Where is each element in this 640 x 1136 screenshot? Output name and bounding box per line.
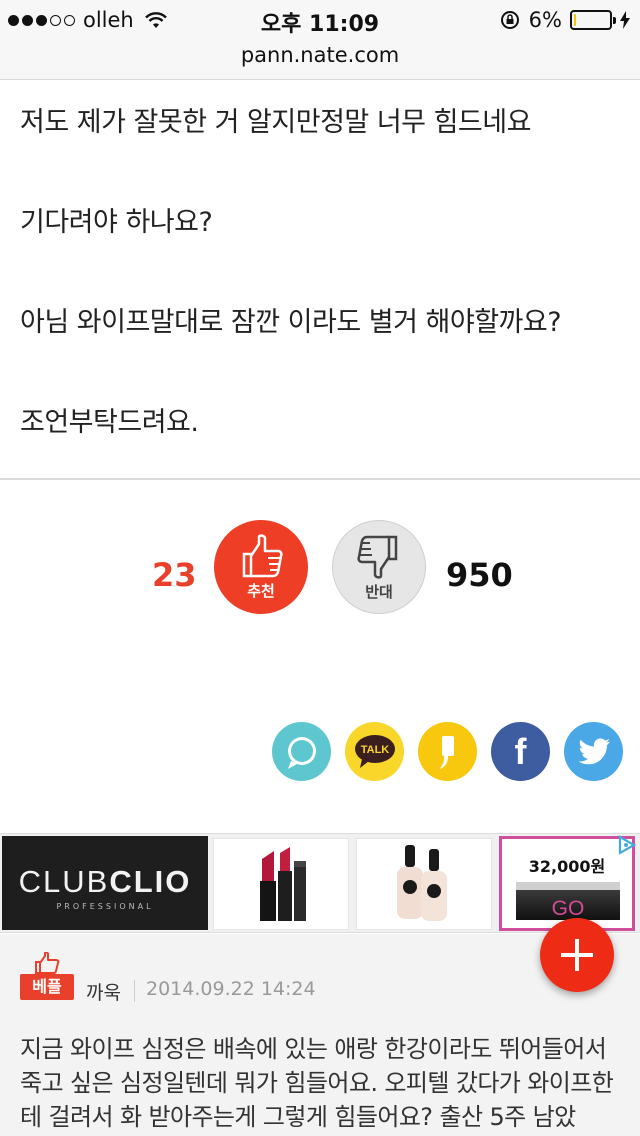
speech-bubble-icon	[287, 736, 316, 769]
ad-offer[interactable]: 32,000원 GO	[499, 836, 635, 931]
oppose-count: 950	[446, 556, 513, 594]
kakaostory-icon	[439, 735, 454, 769]
vote-section: 23 추천 반대 950	[0, 520, 640, 630]
article-paragraph: 기다려야 하나요?	[20, 207, 213, 238]
divider	[0, 478, 640, 480]
rotation-lock-icon	[500, 11, 519, 29]
thumbs-down-icon	[357, 535, 398, 579]
ad-brand-logo[interactable]: CLUBCLIO PROFESSIONAL	[2, 836, 208, 930]
ad-product-foundation[interactable]	[356, 838, 492, 930]
share-facebook-button[interactable]: f	[491, 722, 550, 781]
foundation-bottles-image	[397, 845, 447, 921]
url-text: pann.nate.com	[240, 43, 400, 67]
address-bar[interactable]: pann.nate.com	[0, 40, 640, 80]
share-kakaotalk-button[interactable]: TALK	[345, 722, 404, 781]
article-body: 저도 제가 잘못한 거 알지만정말 너무 힘드네요 기다려야 하나요? 아님 와…	[20, 98, 620, 498]
thumbs-up-icon	[242, 534, 283, 578]
share-kakaostory-button[interactable]	[418, 722, 477, 781]
kakaotalk-label: TALK	[360, 744, 389, 756]
article-paragraph: 저도 제가 잘못한 거 알지만정말 너무 힘드네요	[20, 107, 531, 138]
comment-body: 지금 와이프 심정은 배속에 있는 애랑 한강이라도 뛰어들어서 죽고 싶은 심…	[20, 1035, 614, 1131]
comment-date: 2014.09.22 14:24	[146, 978, 316, 1000]
ad-price: 32,000원	[528, 857, 606, 876]
oppose-button[interactable]: 반대	[332, 520, 426, 614]
ad-banner[interactable]: CLUBCLIO PROFESSIONAL 32,000원 GO	[0, 833, 640, 933]
separator	[134, 980, 135, 1002]
ad-brand-main: CLUB	[18, 864, 110, 899]
recommend-label: 추천	[247, 582, 275, 600]
comment-author[interactable]: 까욱	[86, 978, 121, 1005]
battery-percent: 6%	[528, 8, 562, 32]
facebook-icon: f	[514, 730, 527, 772]
ad-choices-icon[interactable]	[616, 834, 638, 856]
ad-brand-sub: PROFESSIONAL	[56, 902, 154, 911]
share-twitter-button[interactable]	[564, 722, 623, 781]
best-label: 베플	[20, 974, 74, 1000]
twitter-icon	[578, 738, 610, 764]
kakaotalk-icon: TALK	[354, 734, 395, 768]
oppose-label: 반대	[365, 583, 393, 601]
article-paragraph: 조언부탁드려요.	[20, 407, 199, 438]
recommend-count: 23	[152, 556, 197, 594]
write-comment-fab[interactable]	[540, 918, 614, 992]
status-bar: olleh 오후 11:09 6%	[0, 0, 640, 40]
lipstick-image	[260, 847, 306, 921]
article-paragraph: 아님 와이프말대로 잠깐 이라도 별거 해야할까요?	[20, 307, 562, 338]
ad-go-button[interactable]: GO	[516, 882, 620, 920]
share-buttons: TALK f	[272, 722, 623, 781]
ad-product-lipstick[interactable]	[213, 838, 349, 930]
ad-brand-bold: CLIO	[109, 864, 192, 899]
thumbs-up-icon	[35, 952, 60, 974]
recommend-button[interactable]: 추천	[214, 520, 308, 614]
battery-icon	[570, 10, 616, 30]
charging-icon	[620, 11, 630, 29]
status-right: 6%	[499, 8, 630, 32]
share-nate-button[interactable]	[272, 722, 331, 781]
